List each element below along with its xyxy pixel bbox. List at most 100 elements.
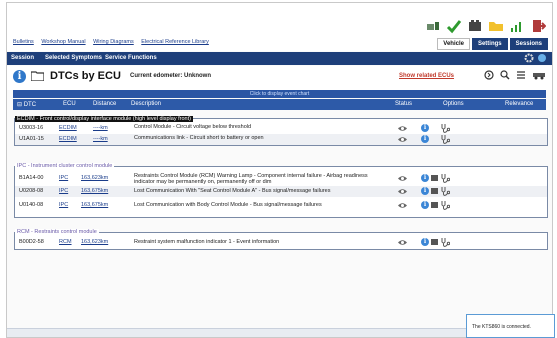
column-description[interactable]: Description <box>131 101 161 107</box>
signal-icon[interactable] <box>509 18 525 34</box>
event-chart-bar[interactable]: Click to display event chart <box>13 90 546 98</box>
dtc-code: U0140-08 <box>19 202 44 208</box>
report-icon[interactable] <box>431 175 438 181</box>
odometer-text: Current edometer: Unknown <box>130 73 212 79</box>
column-relevance[interactable]: Relevance <box>505 101 533 107</box>
exit-icon[interactable] <box>530 18 546 34</box>
column-distance[interactable]: Distance <box>93 101 116 107</box>
library-link-bulletins[interactable]: Bulletins <box>13 39 34 45</box>
menu-selected-symptoms[interactable]: Selected Symptoms <box>45 55 102 61</box>
top-icons <box>425 18 546 34</box>
library-link-electrical-reference[interactable]: Electrical Reference Library <box>141 39 209 45</box>
group-title[interactable]: IPC - Instrument cluster control module <box>15 163 115 169</box>
column-ecu[interactable]: ECU <box>63 101 76 107</box>
dtc-description: Lost Communication with Body Control Mod… <box>134 202 322 208</box>
dtc-description: Lost Communication With "Seat Control Mo… <box>134 188 331 194</box>
column-status[interactable]: Status <box>395 101 412 107</box>
menu-session[interactable]: Session <box>11 55 34 61</box>
info-icon[interactable]: i <box>421 135 429 143</box>
distance-value: 163,623km <box>81 239 109 245</box>
distance-value: 163,623km <box>81 175 109 181</box>
settings-gear-icon[interactable] <box>524 53 534 63</box>
table-row[interactable]: U1A01-15 ECDIM ----km Communications lin… <box>15 134 547 145</box>
distance-value: 163,675km <box>81 202 109 208</box>
folder-icon[interactable] <box>31 71 44 81</box>
ecu-link[interactable]: ECDIM <box>59 136 77 142</box>
stethoscope-icon[interactable] <box>441 174 450 183</box>
info-icon[interactable]: i <box>13 70 26 83</box>
status-icon[interactable] <box>398 125 407 132</box>
dtc-description: Restraint system malfunction indicator 1… <box>134 239 280 245</box>
dtc-code: U3003-16 <box>19 125 44 131</box>
ecu-link[interactable]: IPC <box>59 175 68 181</box>
library-link-workshop-manual[interactable]: Workshop Manual <box>41 39 85 45</box>
info-icon[interactable]: i <box>421 174 429 182</box>
ecu-group-rcm: RCM - Restraints control module B00D2-58… <box>14 229 548 250</box>
report-icon[interactable] <box>431 239 438 245</box>
info-icon[interactable]: i <box>421 238 429 246</box>
folder-icon[interactable] <box>488 18 504 34</box>
tab-vehicle[interactable]: Vehicle <box>437 38 470 50</box>
group-title[interactable]: RCM - Restraints control module <box>15 229 99 235</box>
status-icon[interactable] <box>398 175 407 182</box>
tab-sessions[interactable]: Sessions <box>509 38 548 50</box>
info-icon[interactable]: i <box>421 124 429 132</box>
report-icon[interactable] <box>431 202 438 208</box>
table-row[interactable]: U0140-08 IPC 163,675km Lost Communicatio… <box>15 200 547 211</box>
library-links: Bulletins Workshop Manual Wiring Diagram… <box>13 39 215 45</box>
table-row[interactable]: U0208-08 IPC 163,675km Lost Communicatio… <box>15 186 547 197</box>
dtc-code: B00D2-58 <box>19 239 44 245</box>
status-icon[interactable] <box>398 188 407 195</box>
connection-status-text: The KTS860 is connected. <box>472 324 531 330</box>
info-icon[interactable]: i <box>421 187 429 195</box>
column-options[interactable]: Options <box>443 101 464 107</box>
vehicle-tabs: Vehicle Settings Sessions <box>437 38 548 50</box>
report-icon[interactable] <box>431 188 438 194</box>
vehicle-icon[interactable] <box>532 70 546 80</box>
dtc-code: U0208-08 <box>19 188 44 194</box>
library-link-wiring-diagrams[interactable]: Wiring Diagrams <box>93 39 134 45</box>
status-icon[interactable] <box>398 202 407 209</box>
distance-value: ----km <box>93 136 108 142</box>
ecu-link[interactable]: IPC <box>59 188 68 194</box>
dtc-code: U1A01-15 <box>19 136 44 142</box>
next-icon[interactable] <box>484 70 494 80</box>
distance-value: 163,675km <box>81 188 109 194</box>
list-icon[interactable] <box>516 70 526 80</box>
table-row[interactable]: B00D2-58 RCM 163,623km Restraint system … <box>15 237 547 248</box>
check-icon[interactable] <box>446 18 462 34</box>
connection-status-popup: The KTS860 is connected. <box>466 314 555 338</box>
ecu-link[interactable]: RCM <box>59 239 72 245</box>
menu-tools <box>524 53 547 63</box>
show-related-ecus-link[interactable]: Show related ECUs <box>399 73 454 79</box>
column-dtc[interactable]: ⊟ DTC <box>17 101 36 108</box>
page-title: DTCs by ECU <box>50 70 121 82</box>
status-icon[interactable] <box>398 136 407 143</box>
table-row[interactable]: U3003-16 ECDIM ----km Control Module - C… <box>15 123 547 134</box>
ecu-group-ipc: IPC - Instrument cluster control module … <box>14 163 548 218</box>
page-header: i DTCs by ECU Current edometer: Unknown … <box>7 66 552 90</box>
distance-value: ----km <box>93 125 108 131</box>
stethoscope-icon[interactable] <box>441 238 450 247</box>
table-header: ⊟ DTC ECU Distance Description Status Op… <box>13 99 546 110</box>
stethoscope-icon[interactable] <box>441 201 450 210</box>
group-title[interactable]: ECDIM - Front control/display interface … <box>15 116 193 122</box>
stethoscope-icon[interactable] <box>441 187 450 196</box>
table-row[interactable]: B1A14-00 IPC 163,623km Restraints Contro… <box>15 172 547 185</box>
ecu-link[interactable]: ECDIM <box>59 125 77 131</box>
dtc-code: B1A14-00 <box>19 175 44 181</box>
dtc-description: Restraints Control Module (RCM) Warning … <box>134 173 368 185</box>
tab-settings[interactable]: Settings <box>471 38 508 50</box>
menu-bar: Session Selected Symptoms Service Functi… <box>7 52 552 65</box>
vehicle-connection-icon[interactable] <box>425 18 441 34</box>
menu-service-functions[interactable]: Service Functions <box>105 55 157 61</box>
stethoscope-icon[interactable] <box>441 124 450 133</box>
stethoscope-icon[interactable] <box>441 135 450 144</box>
status-icon[interactable] <box>398 239 407 246</box>
top-toolbar: Bulletins Workshop Manual Wiring Diagram… <box>7 3 552 51</box>
zoom-icon[interactable] <box>500 70 510 80</box>
info-icon[interactable]: i <box>421 201 429 209</box>
battery-icon[interactable] <box>467 18 483 34</box>
help-icon[interactable] <box>537 53 547 63</box>
ecu-link[interactable]: IPC <box>59 202 68 208</box>
